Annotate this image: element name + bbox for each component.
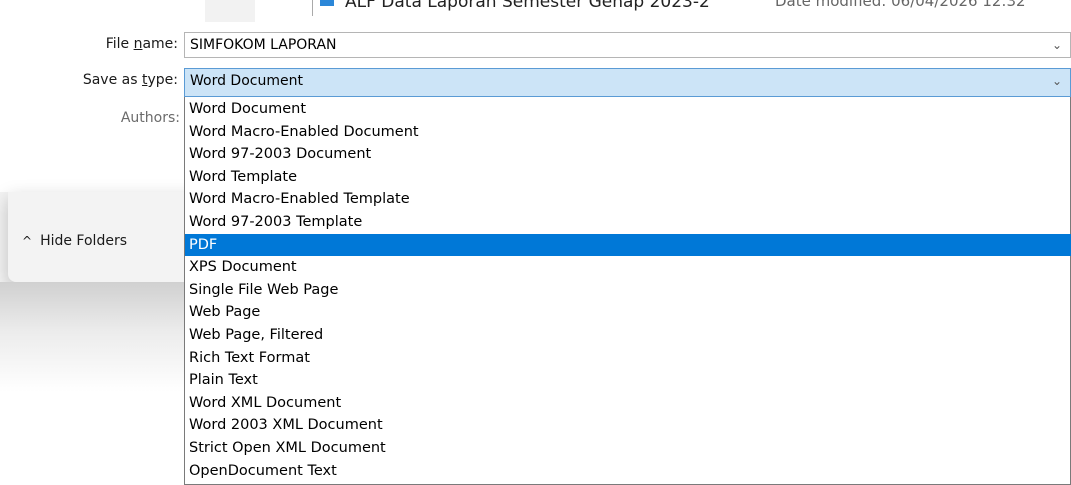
folder-icon [320,0,334,6]
hide-folders-button[interactable]: ^ Hide Folders [22,233,127,249]
hide-folders-label: Hide Folders [40,233,127,249]
save-type-option[interactable]: Rich Text Format [185,347,1071,370]
save-type-option[interactable]: Word Macro-Enabled Template [185,188,1071,211]
file-row-date: Date modified: 06/04/2026 12:32 [775,0,1026,10]
save-type-select[interactable]: Word Document ⌄ [184,68,1071,97]
save-type-option[interactable]: Strict Open XML Document [185,437,1071,460]
save-type-value: Word Document [190,73,303,89]
authors-label: Authors: [120,110,180,126]
save-type-dropdown-list[interactable]: Word Document Word Macro-Enabled Document… [184,97,1071,485]
save-type-option[interactable]: Word Document [185,98,1071,121]
save-type-option[interactable]: Web Page [185,301,1071,324]
save-type-option[interactable]: XPS Document [185,256,1071,279]
save-type-option[interactable]: Word XML Document [185,392,1071,415]
save-type-option[interactable]: Web Page, Filtered [185,324,1071,347]
save-type-option[interactable]: Single File Web Page [185,279,1071,302]
chevron-down-icon[interactable]: ⌄ [1052,69,1062,93]
file-list-column-strip [205,0,255,22]
file-name-input[interactable]: SIMFOKOM LAPORAN ⌄ [184,32,1071,58]
chevron-up-icon: ^ [22,234,33,248]
save-type-label: Save as type: [82,72,178,88]
save-type-option[interactable]: OpenDocument Text [185,460,1071,483]
file-name-value: SIMFOKOM LAPORAN [190,37,337,53]
save-type-option[interactable]: PDF [185,233,1071,257]
save-type-option[interactable]: Word 97-2003 Document [185,143,1071,166]
save-type-option[interactable]: Word 2003 XML Document [185,414,1071,437]
save-type-option[interactable]: Word 97-2003 Template [185,211,1071,234]
file-name-label: File name: [105,36,178,52]
chevron-down-icon[interactable]: ⌄ [1052,33,1062,57]
file-row-name[interactable]: ALF Data Laporan Semester Genap 2023-2 [345,0,710,12]
file-row-divider [312,0,313,16]
save-type-option[interactable]: Word Macro-Enabled Document [185,121,1071,144]
save-type-option[interactable]: Plain Text [185,369,1071,392]
save-type-option[interactable]: Word Template [185,166,1071,189]
